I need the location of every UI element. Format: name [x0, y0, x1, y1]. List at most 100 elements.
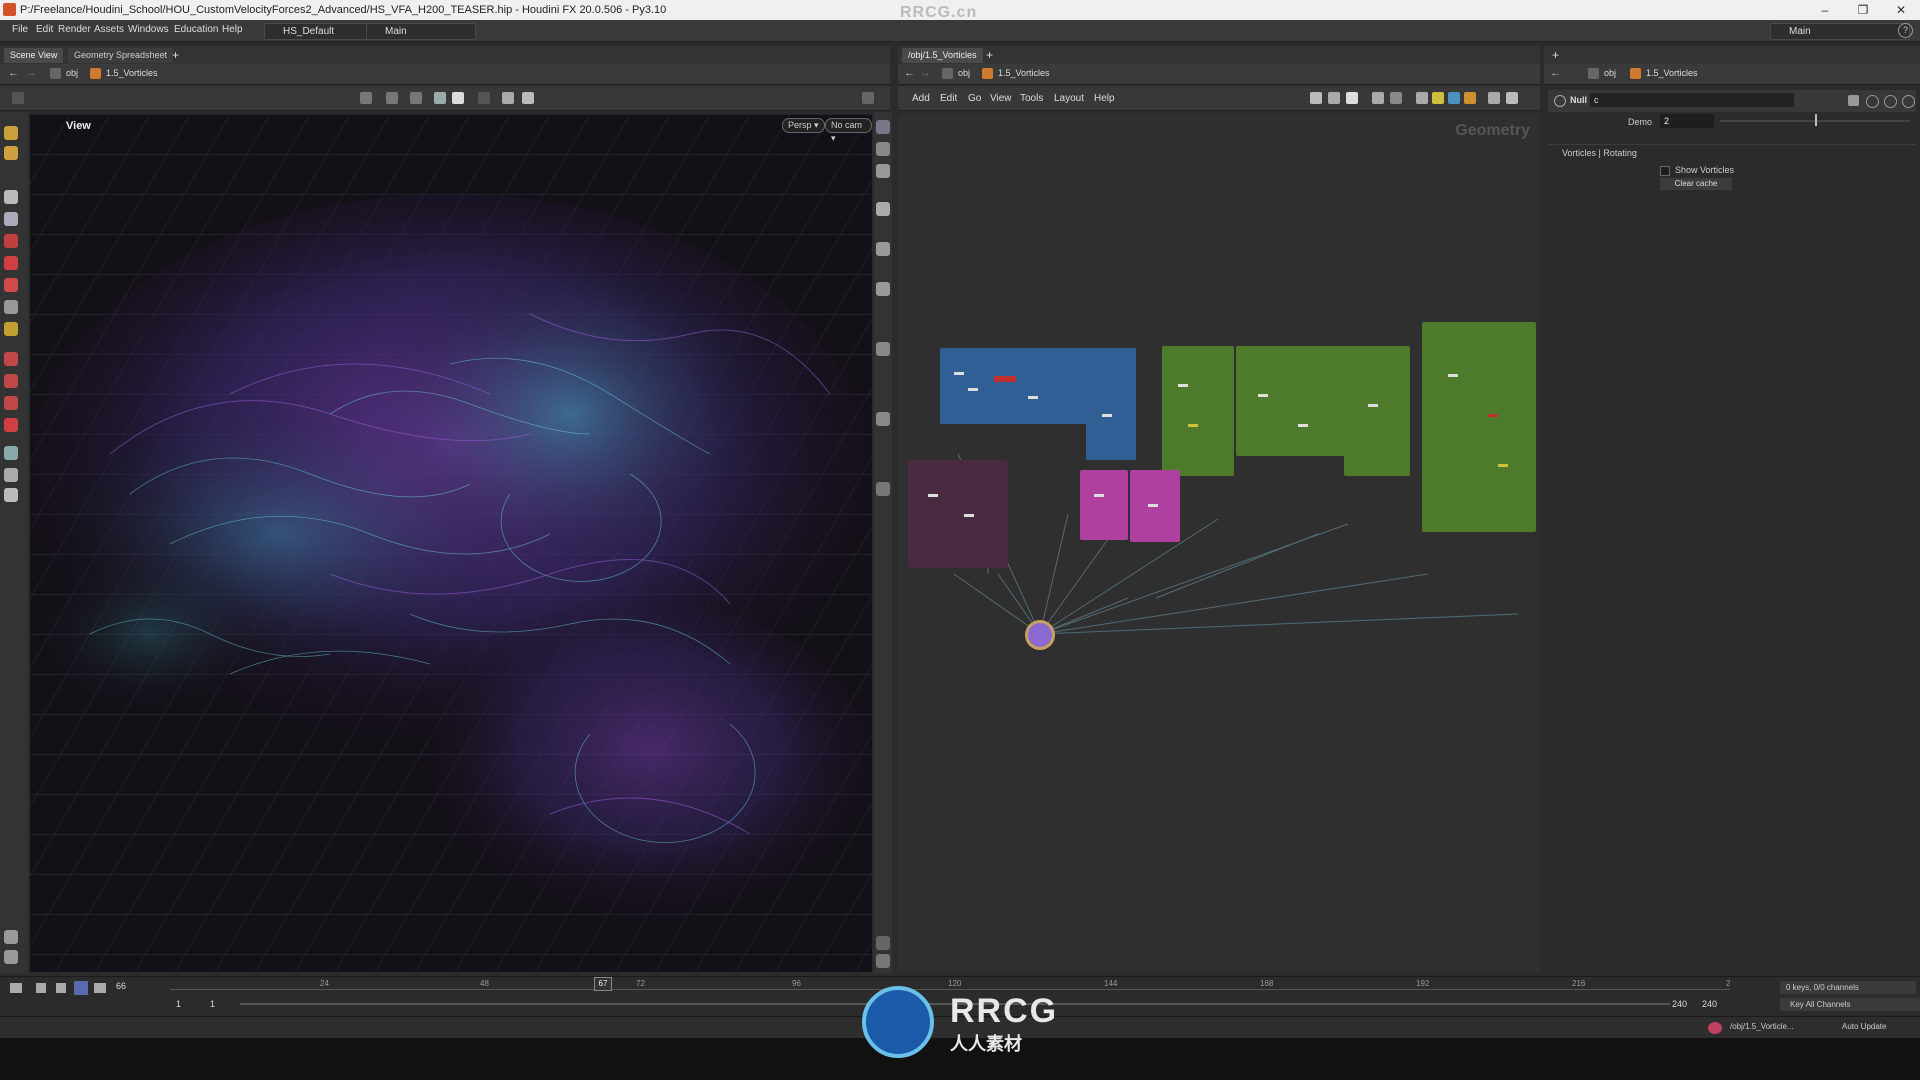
persp-menu[interactable]: Persp ▾ [782, 118, 825, 133]
add-network-tab-icon[interactable]: + [986, 48, 993, 62]
demo-slider-handle[interactable] [1815, 114, 1817, 126]
network-box-icon[interactable] [1448, 92, 1460, 104]
demo-value-field[interactable]: 2 [1660, 114, 1714, 128]
node-marker[interactable] [954, 372, 964, 375]
network-box-green-2[interactable] [1236, 346, 1358, 456]
display-toggle-icon-4[interactable] [876, 202, 890, 216]
network-menu-layout[interactable]: Layout [1054, 93, 1084, 104]
sticky-note-icon[interactable] [1432, 92, 1444, 104]
tab-geometry-spreadsheet[interactable]: Geometry Spreadsheet [68, 48, 174, 63]
network-back-icon[interactable]: ← [904, 67, 915, 79]
range-end-a[interactable]: 240 [1672, 999, 1687, 1009]
node-marker[interactable] [928, 494, 938, 497]
status-path[interactable]: /obj/1.5_Vorticle... [1730, 1022, 1794, 1031]
gear-icon[interactable] [1848, 95, 1859, 106]
select-arrow-icon[interactable] [4, 190, 18, 204]
network-editor[interactable]: Geometry [898, 114, 1540, 972]
node-marker[interactable] [1178, 384, 1188, 387]
render-icon[interactable] [522, 92, 534, 104]
scene-viewport[interactable]: View Persp ▾ No cam ▾ [30, 114, 872, 972]
rotate-tool-icon[interactable] [4, 256, 18, 270]
playhead-marker[interactable]: 67 [594, 977, 612, 991]
right-desktop-selector[interactable]: Main [1770, 23, 1910, 40]
network-menu-add[interactable]: Add [912, 93, 930, 104]
handle-icon[interactable] [410, 92, 422, 104]
network-menu-tools[interactable]: Tools [1020, 93, 1043, 104]
crumb-node[interactable]: 1.5_Vorticles [106, 68, 158, 78]
null-node[interactable] [1025, 620, 1055, 650]
magnet-tool-icon[interactable] [4, 396, 18, 410]
network-search-icon[interactable] [1488, 92, 1500, 104]
node-marker[interactable] [1102, 414, 1112, 417]
camera-menu[interactable]: No cam ▾ [825, 118, 872, 143]
scale-tool-icon[interactable] [4, 278, 18, 292]
network-menu-go[interactable]: Go [968, 93, 981, 104]
table-view-icon[interactable] [1390, 92, 1402, 104]
camera-tool-icon[interactable] [4, 446, 18, 460]
desktop-selector[interactable]: HS_Default [264, 23, 374, 40]
tab-scene-view[interactable]: Scene View [4, 48, 64, 63]
transform-tool-icon[interactable] [4, 234, 18, 248]
forward-arrow-icon[interactable]: → [26, 67, 37, 79]
network-box-green-4[interactable] [1422, 322, 1536, 532]
network-menu-edit[interactable]: Edit [940, 93, 957, 104]
network-box-blue-2[interactable] [1086, 348, 1136, 460]
info-icon[interactable] [876, 936, 890, 950]
menu-render[interactable]: Render [58, 24, 91, 35]
clear-cache-button[interactable]: Clear cache [1660, 178, 1732, 190]
snap-tool-icon[interactable] [4, 488, 18, 502]
shading-icon[interactable] [452, 92, 464, 104]
node-marker-red[interactable] [1488, 414, 1498, 417]
range-start-b[interactable]: 1 [210, 999, 215, 1009]
stop-icon[interactable] [56, 983, 66, 993]
viewport-options-icon[interactable] [862, 92, 874, 104]
display-toggle-icon-5[interactable] [876, 242, 890, 256]
node-marker[interactable] [968, 388, 978, 391]
network-box-green-1[interactable] [1162, 346, 1234, 476]
auto-update-menu[interactable]: Auto Update [1842, 1022, 1886, 1031]
display-toggle-icon-8[interactable] [876, 412, 890, 426]
network-crumb-obj[interactable]: obj [958, 68, 970, 78]
network-box-maroon[interactable] [908, 460, 1008, 568]
node-marker[interactable] [1498, 464, 1508, 467]
node-marker[interactable] [1094, 494, 1104, 497]
step-back-icon[interactable] [36, 983, 46, 993]
grid-view-icon[interactable] [1372, 92, 1384, 104]
snap-icon[interactable] [386, 92, 398, 104]
light-tool-icon[interactable] [4, 468, 18, 482]
display-toggle-icon-1[interactable] [876, 120, 890, 134]
list-icon[interactable] [1346, 92, 1358, 104]
network-menu-help[interactable]: Help [1094, 93, 1115, 104]
play-icon[interactable] [74, 981, 88, 995]
display-toggle-icon-9[interactable] [876, 482, 890, 496]
back-arrow-icon[interactable]: ← [8, 67, 19, 79]
sculpt-tool-icon[interactable] [4, 418, 18, 432]
node-marker[interactable] [1298, 424, 1308, 427]
param-crumb-obj[interactable]: obj [1604, 68, 1616, 78]
network-dot-icon[interactable] [1464, 92, 1476, 104]
shelf-tool-icon-2[interactable] [4, 146, 18, 160]
display-options-icon[interactable] [4, 930, 18, 944]
view-tool-icon[interactable] [4, 352, 18, 366]
grid-menu-icon[interactable] [12, 92, 24, 104]
search-icon[interactable] [1866, 95, 1879, 108]
display-toggle-icon-3[interactable] [876, 164, 890, 178]
help-icon[interactable]: ? [1898, 23, 1913, 38]
network-crumb-node[interactable]: 1.5_Vorticles [998, 68, 1050, 78]
node-marker[interactable] [1448, 374, 1458, 377]
current-frame-field[interactable]: 66 [116, 981, 126, 991]
timeline-track[interactable] [170, 989, 1730, 990]
jump-end-icon[interactable] [94, 983, 106, 993]
close-button[interactable]: ✕ [1882, 0, 1920, 20]
node-name-field[interactable]: c [1590, 93, 1794, 107]
node-marker[interactable] [1188, 424, 1198, 427]
menu-file[interactable]: File [12, 24, 28, 35]
node-marker[interactable] [1368, 404, 1378, 407]
minimize-button[interactable]: – [1806, 0, 1844, 20]
tree-icon[interactable] [1328, 92, 1340, 104]
context-selector[interactable]: Main [366, 23, 476, 40]
tab-network[interactable]: /obj/1.5_Vorticles [902, 48, 983, 63]
maximize-button[interactable]: ❐ [1844, 0, 1882, 20]
pose-tool-icon[interactable] [4, 322, 18, 336]
lock-icon[interactable] [4, 212, 18, 226]
